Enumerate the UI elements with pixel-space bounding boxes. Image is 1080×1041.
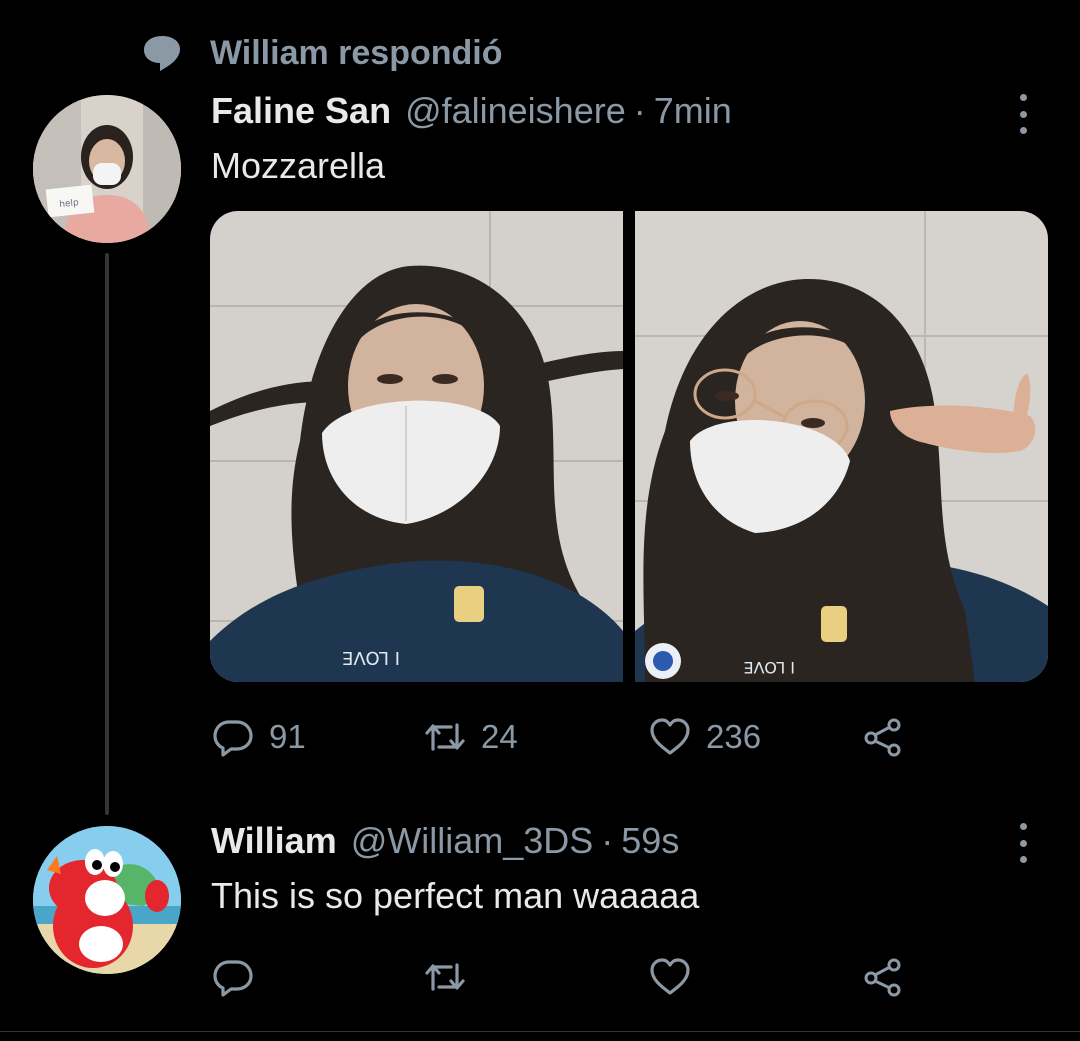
tweet-text: This is so perfect man waaaaa: [211, 875, 700, 916]
reply-button[interactable]: 91: [211, 715, 306, 759]
like-button[interactable]: [648, 955, 706, 999]
tweet-actions: 91 24 236: [211, 712, 911, 762]
retweet-button[interactable]: [423, 955, 481, 999]
retweet-count: 24: [481, 718, 518, 755]
reply-button[interactable]: [211, 955, 269, 999]
divider: [0, 1031, 1080, 1032]
timestamp[interactable]: 7min: [654, 90, 732, 132]
more-options-icon[interactable]: [1005, 823, 1041, 863]
share-button[interactable]: [861, 715, 905, 759]
shirt-text: I LOVE: [342, 647, 400, 668]
retweet-button[interactable]: 24: [423, 715, 518, 759]
photo-2[interactable]: I LOVE: [635, 211, 1048, 682]
share-icon: [864, 958, 901, 997]
like-icon: [650, 718, 690, 755]
thread-line: [105, 253, 109, 815]
timestamp[interactable]: 59s: [621, 820, 679, 862]
share-button[interactable]: [861, 955, 905, 999]
more-options-icon[interactable]: [1005, 94, 1041, 134]
avatar[interactable]: [33, 826, 181, 974]
share-icon: [864, 718, 901, 757]
display-name[interactable]: Faline San: [211, 90, 391, 132]
like-count: 236: [706, 718, 762, 755]
display-name[interactable]: William: [211, 820, 337, 862]
reply-count: 91: [269, 718, 306, 755]
photo-1[interactable]: I LOVE: [210, 211, 623, 682]
reply-context-text: William respondió: [210, 33, 503, 72]
tweet-text: Mozzarella: [211, 145, 386, 186]
user-handle[interactable]: @falineishere: [405, 90, 626, 132]
tweet-header: Faline San @falineishere · 7min: [211, 90, 732, 138]
avatar-sign-text: help: [59, 198, 80, 210]
reply-icon: [213, 960, 253, 997]
tweet-header: William @William_3DS · 59s: [211, 820, 679, 868]
speech-bubble-icon: [144, 36, 180, 71]
like-icon: [650, 958, 690, 995]
separator: ·: [601, 820, 614, 861]
retweet-icon: [425, 723, 465, 751]
like-button[interactable]: 236: [648, 715, 761, 759]
shirt-text: I LOVE: [743, 658, 795, 677]
tweet-media[interactable]: I LOVE I LOVE: [210, 211, 1048, 682]
avatar[interactable]: help: [33, 95, 181, 243]
reply-icon: [213, 720, 253, 757]
separator: ·: [633, 90, 646, 131]
timeline: William respondió help Faline San @falin…: [0, 0, 1080, 1041]
tweet-actions: [211, 952, 911, 1002]
user-handle[interactable]: @William_3DS: [351, 820, 594, 862]
reply-context[interactable]: William respondió: [140, 30, 503, 76]
retweet-icon: [425, 963, 465, 991]
